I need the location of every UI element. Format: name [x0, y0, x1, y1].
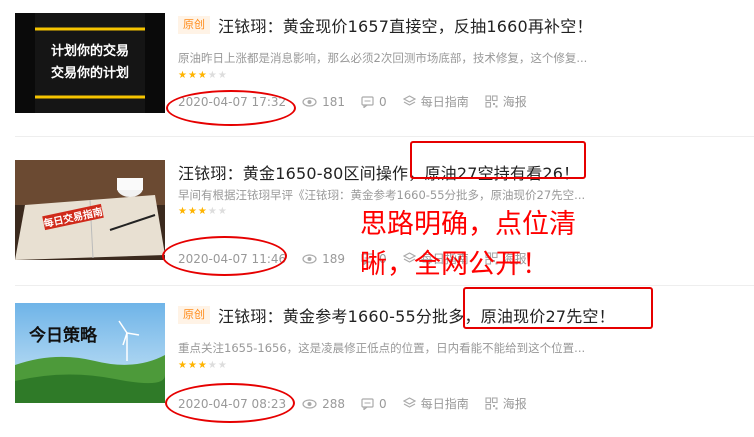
article-title[interactable]: 汪铱珝：黄金1650-80区间操作，原油27空持有看26！: [178, 160, 579, 184]
eye-icon: [302, 398, 317, 409]
eye-icon: [302, 253, 317, 264]
category-link[interactable]: 每日指南: [402, 93, 469, 110]
category-label: 每日指南: [420, 95, 469, 109]
eye-icon: [302, 96, 317, 107]
article-summary: 原油昨日上涨都是消息影响，那么必须2次回测市场底部，技术修复，这个修复...: [178, 51, 588, 65]
article-thumbnail[interactable]: 每日交易指南: [15, 160, 165, 260]
annotation-text: 思路明确，点位清 晰，全网公开！: [360, 205, 650, 285]
article-thumbnail[interactable]: 计划你的交易 交易你的计划: [15, 13, 165, 113]
poster-label: 海报: [502, 95, 527, 109]
qrcode-icon: [485, 397, 498, 410]
layers-icon: [402, 95, 416, 108]
divider: [15, 136, 754, 137]
qrcode-icon: [485, 95, 498, 108]
star-rating: ★★★★★: [178, 206, 228, 217]
article-thumbnail[interactable]: 今日策略: [15, 303, 165, 403]
category-label: 每日指南: [420, 397, 469, 411]
thumbnail-image: 每日交易指南: [15, 160, 165, 260]
star-rating: ★★★★★: [178, 70, 228, 81]
article-title[interactable]: 汪铱珝：黄金参考1660-55分批多，原油现价27先空！: [218, 303, 615, 327]
view-count: 288: [322, 396, 346, 411]
view-count: 181: [322, 94, 346, 109]
original-tag: 原创: [178, 306, 210, 324]
publish-date: 2020-04-07 08:23: [178, 396, 287, 411]
article-card[interactable]: 今日策略 原创 汪铱珝：黄金参考1660-55分批多，原油现价27先空！ 重点关…: [0, 303, 754, 437]
category-link[interactable]: 每日指南: [402, 395, 469, 412]
article-meta: 2020-04-07 08:23 288 0 每日指南 海报: [178, 395, 543, 412]
comment-button[interactable]: 0: [361, 397, 387, 411]
article-summary: 早间有根据汪铱珝早评《汪铱珝：黄金参考1660-55分批多，原油现价27先空..…: [178, 188, 586, 202]
layers-icon: [402, 397, 416, 410]
comment-count: 0: [379, 94, 387, 109]
article-meta: 2020-04-07 17:32 181 0 每日指南 海报: [178, 93, 543, 110]
thumb-line-2: 交易你的计划: [51, 65, 129, 81]
article-card[interactable]: 计划你的交易 交易你的计划 原创 汪铱珝：黄金现价1657直接空，反抽1660再…: [0, 13, 754, 147]
article-summary: 重点关注1655-1656，这是凌晨修正低点的位置，日内看能不能给到这个位置..…: [178, 341, 586, 355]
thumbnail-image: 今日策略: [15, 303, 165, 403]
comment-icon: [361, 397, 374, 410]
thumb-line-1: 计划你的交易: [51, 43, 129, 59]
thumbnail-image: 计划你的交易 交易你的计划: [15, 13, 165, 113]
comment-button[interactable]: 0: [361, 95, 387, 109]
comment-count: 0: [379, 396, 387, 411]
annotation-line-2: 晰，全网公开！: [360, 249, 549, 280]
poster-button[interactable]: 海报: [485, 395, 527, 412]
annotation-line-1: 思路明确，点位清: [360, 209, 576, 240]
divider: [15, 285, 754, 286]
star-rating: ★★★★★: [178, 360, 228, 371]
publish-date: 2020-04-07 17:32: [178, 94, 287, 109]
view-count: 189: [322, 251, 346, 266]
poster-button[interactable]: 海报: [485, 93, 527, 110]
poster-label: 海报: [502, 397, 527, 411]
article-title[interactable]: 汪铱珝：黄金现价1657直接空，反抽1660再补空！: [218, 13, 593, 37]
publish-date: 2020-04-07 11:46: [178, 251, 287, 266]
thumb-line-1: 今日策略: [29, 325, 98, 346]
comment-icon: [361, 95, 374, 108]
original-tag: 原创: [178, 16, 210, 34]
